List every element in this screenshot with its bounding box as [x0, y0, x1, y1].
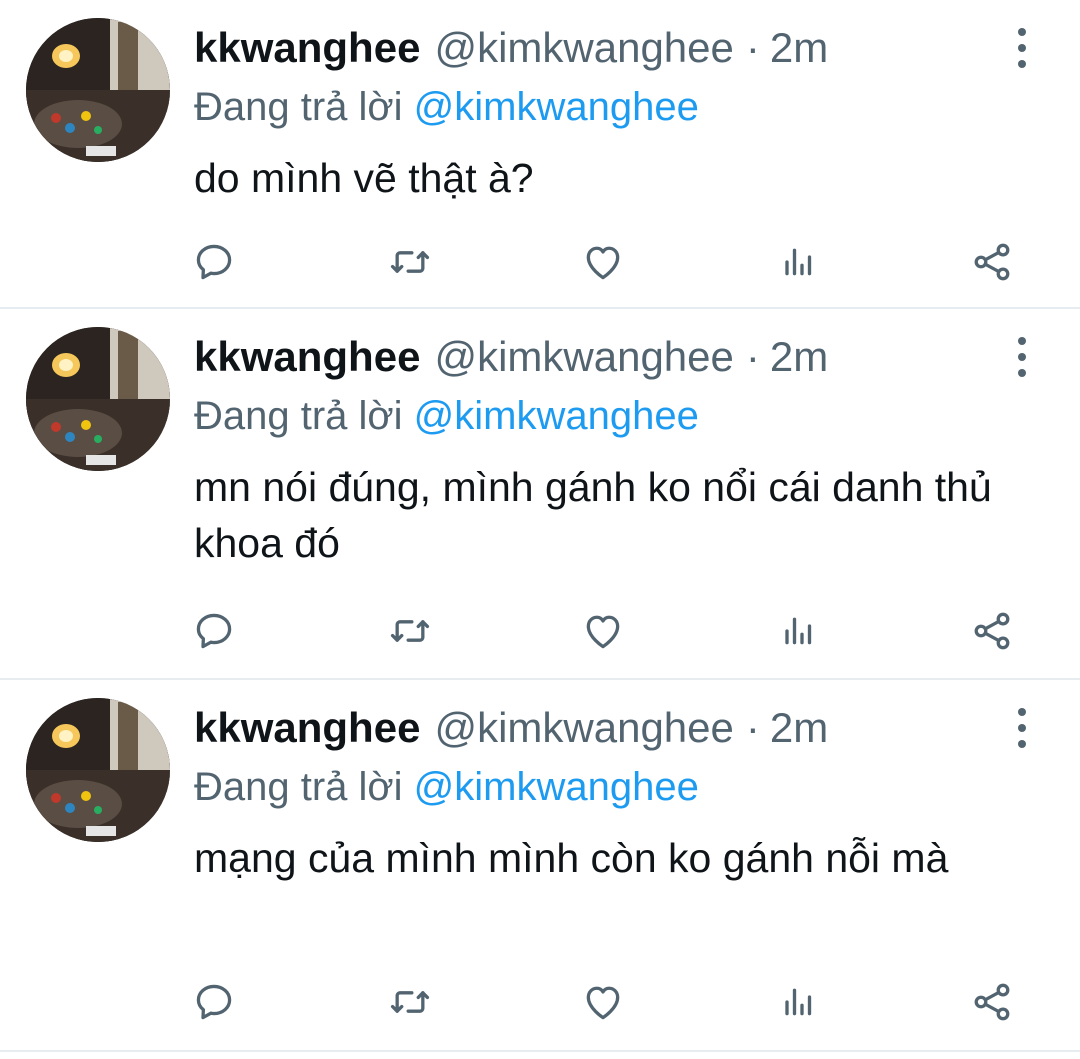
- display-name[interactable]: kkwanghee: [194, 700, 420, 756]
- avatar[interactable]: [26, 18, 170, 162]
- analytics-button[interactable]: [767, 601, 827, 661]
- heart-icon: [586, 615, 620, 649]
- separator-dot: ·: [745, 333, 760, 380]
- retweet-button[interactable]: [380, 972, 440, 1032]
- like-button[interactable]: [573, 972, 633, 1032]
- heart-icon: [586, 986, 620, 1020]
- analytics-button[interactable]: [767, 972, 827, 1032]
- tweet-actions: [0, 972, 1080, 1032]
- reply-button[interactable]: [184, 601, 244, 661]
- avatar[interactable]: [26, 698, 170, 842]
- share-icon: [974, 983, 1010, 1021]
- display-name[interactable]: kkwanghee: [194, 20, 420, 76]
- retweet-button[interactable]: [380, 601, 440, 661]
- tweet[interactable]: kkwanghee @kimkwanghee · 2m Đang trả lời…: [0, 309, 1080, 680]
- replying-to-label: Đang trả lời: [194, 85, 403, 129]
- more-vertical-icon[interactable]: [1004, 337, 1040, 377]
- replying-to-label: Đang trả lời: [194, 394, 403, 438]
- analytics-icon: [785, 617, 812, 645]
- replying-to-mention[interactable]: @kimkwanghee: [414, 394, 699, 438]
- share-button[interactable]: [962, 601, 1022, 661]
- like-button[interactable]: [573, 601, 633, 661]
- user-handle[interactable]: @kimkwanghee: [434, 329, 733, 385]
- tweet-header: kkwanghee @kimkwanghee · 2m: [194, 329, 1000, 385]
- tweet[interactable]: kkwanghee @kimkwanghee · 2m Đang trả lời…: [0, 680, 1080, 1052]
- retweet-button[interactable]: [380, 232, 440, 292]
- retweet-icon: [390, 991, 430, 1013]
- tweet-text: mn nói đúng, mình gánh ko nổi cái danh t…: [194, 464, 992, 566]
- tweet-header: kkwanghee @kimkwanghee · 2m: [194, 700, 1000, 756]
- retweet-icon: [390, 620, 430, 642]
- share-icon: [974, 612, 1010, 650]
- separator-dot: ·: [745, 704, 760, 751]
- replying-to: Đang trả lời @kimkwanghee: [194, 389, 699, 443]
- analytics-icon: [785, 248, 812, 276]
- analytics-icon: [785, 988, 812, 1016]
- analytics-button[interactable]: [767, 232, 827, 292]
- reply-icon: [196, 613, 232, 649]
- display-name[interactable]: kkwanghee: [194, 329, 420, 385]
- share-button[interactable]: [962, 972, 1022, 1032]
- more-vertical-icon[interactable]: [1004, 708, 1040, 748]
- replying-to-mention[interactable]: @kimkwanghee: [414, 765, 699, 809]
- separator-dot: ·: [745, 24, 760, 71]
- tweet[interactable]: kkwanghee @kimkwanghee · 2m Đang trả lời…: [0, 0, 1080, 309]
- tweet-text: mạng của mình mình còn ko gánh nỗi mà: [194, 835, 949, 881]
- timestamp[interactable]: 2m: [770, 700, 828, 756]
- tweet-actions: [0, 232, 1080, 292]
- timestamp[interactable]: 2m: [770, 329, 828, 385]
- replying-to-label: Đang trả lời: [194, 765, 403, 809]
- replying-to: Đang trả lời @kimkwanghee: [194, 760, 699, 814]
- tweet-text: do mình vẽ thật à?: [194, 155, 534, 201]
- tweet-feed: kkwanghee @kimkwanghee · 2m Đang trả lời…: [0, 0, 1080, 1052]
- reply-button[interactable]: [184, 972, 244, 1032]
- like-button[interactable]: [573, 232, 633, 292]
- tweet-actions: [0, 601, 1080, 661]
- avatar[interactable]: [26, 327, 170, 471]
- reply-button[interactable]: [184, 232, 244, 292]
- retweet-icon: [390, 251, 430, 273]
- share-icon: [974, 243, 1010, 281]
- timestamp[interactable]: 2m: [770, 20, 828, 76]
- replying-to-mention[interactable]: @kimkwanghee: [414, 85, 699, 129]
- user-handle[interactable]: @kimkwanghee: [434, 20, 733, 76]
- reply-icon: [196, 984, 232, 1020]
- share-button[interactable]: [962, 232, 1022, 292]
- reply-icon: [196, 244, 232, 280]
- tweet-header: kkwanghee @kimkwanghee · 2m: [194, 20, 1000, 76]
- replying-to: Đang trả lời @kimkwanghee: [194, 80, 699, 134]
- more-vertical-icon[interactable]: [1004, 28, 1040, 68]
- user-handle[interactable]: @kimkwanghee: [434, 700, 733, 756]
- heart-icon: [586, 246, 620, 280]
